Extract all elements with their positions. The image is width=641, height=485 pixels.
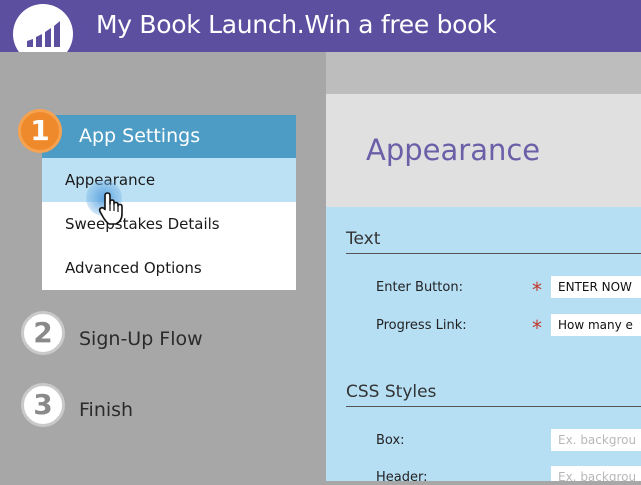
section-divider [346,406,641,407]
box-style-input[interactable]: Ex. backgrou [551,429,641,451]
hand-pointer-icon [98,192,128,230]
section-divider [346,253,641,254]
required-marker: * [532,278,542,302]
submenu-item-appearance[interactable]: Appearance [42,158,296,202]
progress-link-label: Progress Link: [376,318,467,333]
step-3-badge: 3 [21,383,65,427]
step-app-settings-label[interactable]: App Settings [79,124,200,148]
app-settings-submenu: Appearance Sweepstakes Details Advanced … [42,158,296,290]
enter-button-label: Enter Button: [376,280,463,295]
required-marker: * [532,316,542,340]
step-2-badge: 2 [21,311,65,355]
text-section-title: Text [346,229,381,249]
header-style-label: Header: [376,470,428,485]
step-sign-up-flow[interactable]: Sign-Up Flow [79,328,203,350]
box-style-label: Box: [376,433,405,448]
enter-button-input[interactable]: ENTER NOW [551,276,641,298]
submenu-item-sweepstakes-details[interactable]: Sweepstakes Details [42,202,296,246]
css-section-title: CSS Styles [346,382,437,402]
progress-link-input[interactable]: How many e [551,314,641,336]
submenu-item-label: Advanced Options [65,259,202,277]
section-heading: Appearance [366,133,541,167]
content-top-strip [326,52,641,94]
page-title: My Book Launch.Win a free book [96,10,497,39]
header-style-input[interactable]: Ex. backgrou [551,466,641,481]
step-1-badge: 1 [18,109,62,153]
submenu-item-label: Sweepstakes Details [65,215,220,233]
submenu-item-advanced-options[interactable]: Advanced Options [42,246,296,290]
step-finish[interactable]: Finish [79,399,133,421]
